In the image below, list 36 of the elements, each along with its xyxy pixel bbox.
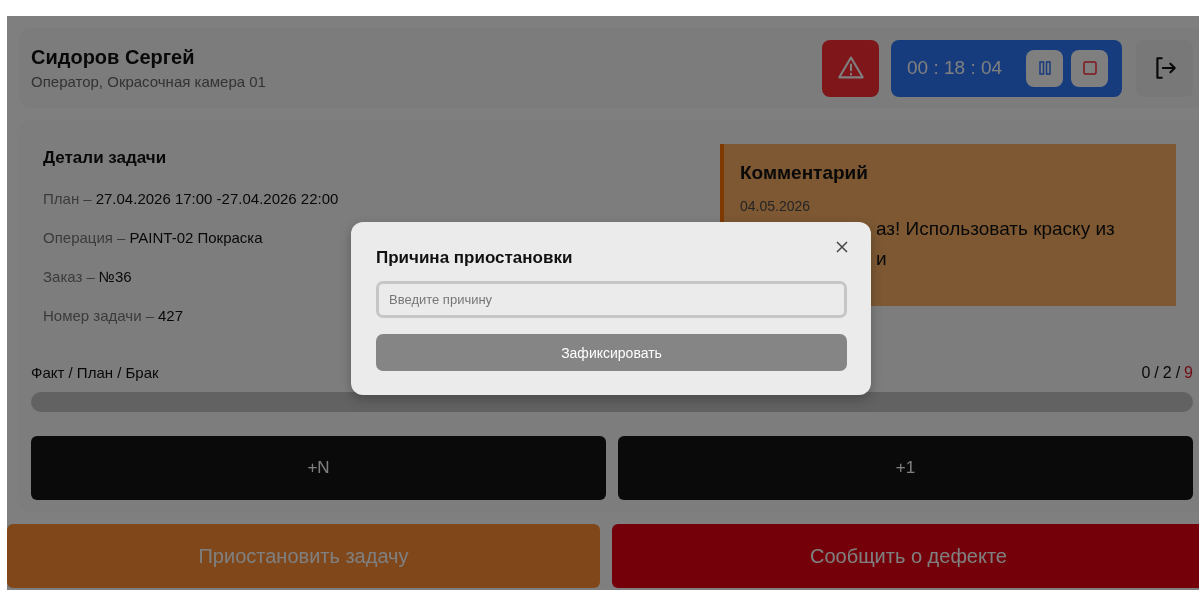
plan-count: 2 <box>1162 364 1172 382</box>
detail-label: План – <box>43 190 92 207</box>
timer-text: 00 : 18 : 04 <box>907 57 1004 79</box>
increment-button[interactable]: +N <box>31 436 606 500</box>
detail-value: 427 <box>158 307 184 324</box>
alert-button[interactable] <box>822 39 879 97</box>
close-icon[interactable] <box>836 241 848 253</box>
pause-task-button[interactable]: Приостановить задачу <box>7 524 600 588</box>
detail-value: №36 <box>98 268 132 285</box>
detail-label: Номер задачи – <box>43 307 155 324</box>
separator: / <box>1175 364 1181 382</box>
increment-button[interactable]: +1 <box>618 436 1193 500</box>
confirm-button[interactable]: Зафиксировать <box>376 334 847 371</box>
comment-date: 04.05.2026 <box>740 198 811 214</box>
stop-icon <box>1081 60 1098 76</box>
comment-text: и <box>876 247 888 271</box>
fact-count: 0 <box>1141 364 1151 382</box>
report-defect-button[interactable]: Сообщить о дефекте <box>612 524 1199 588</box>
pause-button[interactable] <box>1026 49 1063 87</box>
progress-label: Факт / План / Брак <box>31 364 159 382</box>
operator-role: Оператор, Окрасочная камера 01 <box>31 73 267 90</box>
stop-button[interactable] <box>1071 49 1108 87</box>
detail-label: Операция – <box>43 229 126 246</box>
dialog-title: Причина приостановки <box>376 248 573 268</box>
defect-count: 9 <box>1184 364 1193 382</box>
details-title: Детали задачи <box>43 148 168 168</box>
detail-value: PAINT-02 Покраска <box>129 229 263 246</box>
logout-button[interactable] <box>1136 39 1193 97</box>
detail-label: Заказ – <box>43 268 95 285</box>
separator: / <box>1154 364 1159 382</box>
reason-input-field[interactable]: Введите причину <box>376 281 847 318</box>
comment-text: аз! Использовать краску из <box>876 217 1116 241</box>
comment-title: Комментарий <box>740 162 869 184</box>
operator-name: Сидоров Сергей <box>31 46 196 69</box>
detail-value: 27.04.2026 17:00 -27.04.2026 22:00 <box>95 190 339 207</box>
pause-icon <box>1037 60 1052 76</box>
